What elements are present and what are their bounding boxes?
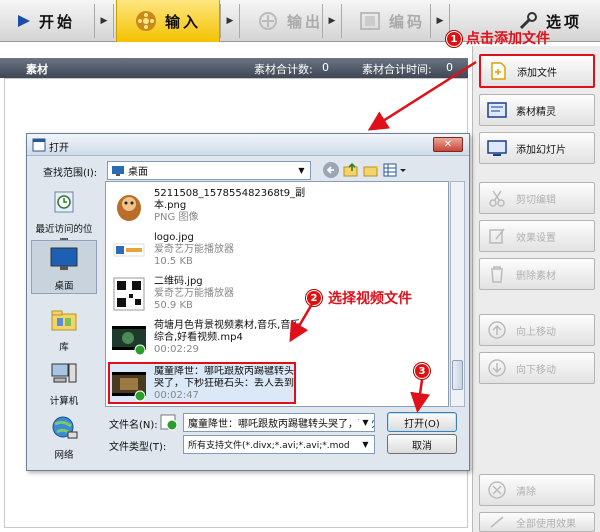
add-slideshow-button[interactable]: 添加幻灯片: [479, 132, 595, 164]
scrollbar-thumb[interactable]: [452, 360, 463, 390]
count-value: 0: [322, 61, 329, 74]
add-file-icon: [487, 62, 509, 80]
new-folder-button[interactable]: [363, 162, 379, 178]
cut-edit-button[interactable]: 剪切编辑: [479, 182, 595, 214]
place-library[interactable]: 库: [31, 302, 97, 356]
step-badge-3: 3: [414, 363, 430, 379]
input-expand-arrow[interactable]: ▶: [220, 4, 240, 38]
video-file-icon: [160, 414, 178, 431]
step-badge-1: 1: [446, 31, 462, 47]
close-icon: ✕: [443, 139, 453, 150]
filetype-select[interactable]: 所有支持文件(*.divx;*.avi;*.avi;*.mod ▼: [183, 435, 375, 454]
filename-label: 文件名(N):: [109, 420, 158, 431]
open-button[interactable]: 打开(O): [387, 412, 457, 432]
encode-tab[interactable]: 编码: [344, 0, 440, 42]
start-button[interactable]: 开始: [0, 0, 92, 42]
video-thumbnail-icon: [112, 326, 146, 356]
filetype-label: 文件类型(T):: [109, 442, 167, 453]
material-title: 素材: [26, 63, 48, 76]
file-list-scrollbar[interactable]: [450, 181, 465, 407]
logo-thumbnail-icon: [113, 243, 145, 257]
trash-icon: [486, 265, 508, 283]
add-file-button[interactable]: 添加文件: [479, 54, 595, 88]
place-network[interactable]: 网络: [31, 410, 97, 464]
filename-input[interactable]: 魔童降世：哪吒跟敖丙踢毽转头哭了，下秒 ▼: [183, 413, 375, 432]
clear-button[interactable]: 清除: [479, 474, 595, 506]
effect-icon: [486, 227, 508, 245]
network-globe-icon: [52, 416, 78, 439]
step1-annotation: 点击添加文件: [466, 31, 550, 47]
desktop-icon: [112, 165, 124, 176]
wizard-icon: [486, 101, 508, 119]
material-header: 素材 素材合计数: 0 素材合计时间: 0: [0, 58, 468, 78]
start-expand-arrow[interactable]: ▶: [94, 4, 114, 38]
apply-all-effects-button[interactable]: 全部使用效果: [479, 512, 595, 532]
computer-icon: [51, 363, 77, 383]
film-strip-icon: [359, 12, 380, 30]
file-item[interactable]: 荷塘月色背景视频素材,音乐,音乐 综合,好看视频.mp4 00:02:29: [110, 318, 430, 362]
output-expand-arrow[interactable]: ▶: [322, 4, 342, 38]
place-recent[interactable]: 最近访问的位置: [31, 184, 97, 249]
film-reel-icon: [135, 11, 156, 31]
up-folder-button[interactable]: [343, 162, 359, 178]
clear-icon: [486, 481, 508, 499]
play-icon: [17, 15, 30, 27]
chevron-down-icon[interactable]: ▼: [359, 416, 372, 429]
arrow-down-icon: [486, 359, 508, 377]
squirrel-thumbnail-icon: [117, 195, 141, 221]
dialog-window-icon: [32, 138, 46, 152]
move-up-button[interactable]: 向上移动: [479, 314, 595, 346]
output-icon: [258, 12, 277, 30]
count-label: 素材合计数:: [254, 63, 313, 76]
dialog-title: 打开: [49, 143, 69, 154]
chevron-down-icon[interactable]: ▼: [359, 438, 372, 451]
dialog-title-bar: 打开 ✕: [27, 134, 469, 156]
arrow-up-icon: [486, 321, 508, 339]
input-tab[interactable]: 输入: [116, 0, 220, 42]
place-computer[interactable]: 计算机: [31, 356, 97, 410]
dialog-close-button[interactable]: ✕: [433, 137, 463, 152]
file-item-selected[interactable]: 魔童降世：哪吒跟敖丙踢毽转头 哭了，下秒狂砸石头：丢人丢到... 00:02:4…: [108, 362, 296, 404]
view-grid-icon: [383, 163, 406, 177]
video-thumbnail-icon: [112, 372, 146, 402]
effect-settings-button[interactable]: 效果设置: [479, 220, 595, 252]
desktop-monitor-icon: [50, 247, 78, 270]
material-wizard-button[interactable]: 素材精灵: [479, 94, 595, 126]
place-desktop[interactable]: 桌面: [31, 240, 97, 294]
file-item[interactable]: 5211508_157855482368t9_副 本.png PNG 图像: [110, 186, 430, 230]
move-down-button[interactable]: 向下移动: [479, 352, 595, 384]
back-button[interactable]: [323, 162, 339, 178]
look-in-combo[interactable]: 桌面 ▼: [107, 161, 311, 180]
slideshow-icon: [486, 139, 508, 157]
step-badge-2: 2: [306, 290, 322, 306]
right-panel: 添加文件 素材精灵 添加幻灯片 剪切编辑 效果设置 删除素材 向上移动 向下移动…: [472, 46, 600, 532]
view-menu-button[interactable]: [383, 162, 407, 178]
apply-all-icon: [486, 513, 508, 531]
step2-annotation: 选择视频文件: [328, 291, 412, 307]
delete-material-button[interactable]: 删除素材: [479, 258, 595, 290]
look-in-label: 查找范围(I):: [43, 168, 98, 179]
back-arrow-icon: [326, 166, 334, 174]
time-value: 0: [446, 61, 453, 74]
chevron-down-icon[interactable]: ▼: [295, 164, 308, 177]
file-item[interactable]: logo.jpg 爱奇艺万能播放器 10.5 KB: [110, 230, 430, 274]
places-bar: 最近访问的位置 桌面 库 计算机 网络: [31, 184, 97, 461]
recent-places-icon: [54, 191, 74, 213]
up-folder-icon: [343, 162, 358, 177]
new-folder-icon: [363, 163, 379, 177]
library-folder-icon: [51, 310, 77, 331]
scissors-icon: [486, 189, 508, 207]
cancel-button[interactable]: 取消: [387, 434, 457, 454]
time-label: 素材合计时间:: [362, 63, 432, 76]
qr-code-thumbnail-icon: [113, 277, 145, 311]
